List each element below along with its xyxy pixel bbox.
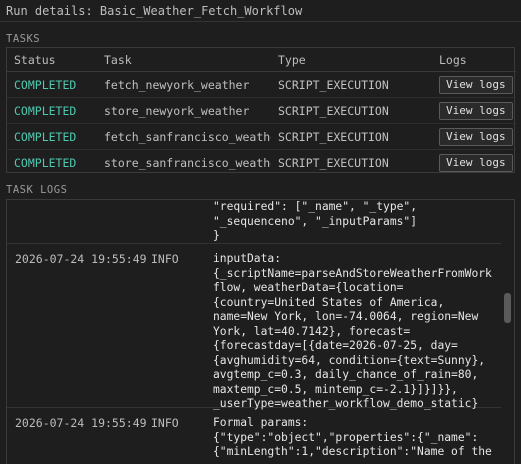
view-logs-button[interactable]: View logs: [439, 127, 513, 146]
log-entry: 2026-07-24 19:55:49 INFO inputData: {_sc…: [7, 244, 501, 410]
status-badge: COMPLETED: [7, 71, 97, 98]
status-badge: COMPLETED: [14, 155, 77, 170]
page-title: Run details: Basic_Weather_Fetch_Workflo…: [0, 0, 521, 22]
logs-cell: View logs: [432, 71, 516, 98]
log-entry: 2026-07-24 19:55:49 INFO Formal params: …: [7, 408, 501, 464]
column-header-type: Type: [271, 48, 432, 72]
logs-cell: View logs: [432, 150, 516, 176]
table-header-row: Status Task Type Logs: [7, 48, 516, 72]
status-badge: COMPLETED: [7, 97, 97, 124]
log-timestamp: 2026-07-24 19:55:49: [15, 252, 147, 266]
view-logs-button[interactable]: View logs: [439, 101, 513, 120]
task-logs-section-label: TASK LOGS: [6, 184, 68, 196]
task-name: store_newyork_weather: [97, 97, 271, 124]
view-logs-button[interactable]: View logs: [439, 75, 513, 94]
table-row: COMPLETED fetch_newyork_weather SCRIPT_E…: [7, 71, 516, 98]
tasks-table-container: Status Task Type Logs COMPLETED fetch_ne…: [6, 47, 516, 175]
log-level: INFO: [151, 252, 179, 266]
task-name: fetch_sanfrancisco_weather: [97, 123, 271, 150]
status-badge: COMPLETED: [7, 123, 97, 150]
log-level: INFO: [151, 416, 179, 430]
scrollbar-thumb[interactable]: [504, 293, 511, 323]
log-message: inputData: {_scriptName=parseAndStoreWea…: [213, 252, 492, 410]
tasks-section-label: TASKS: [6, 33, 41, 45]
log-message: Formal params: {"type":"object","propert…: [213, 416, 492, 458]
column-header-status: Status: [7, 48, 97, 72]
column-header-logs: Logs: [432, 48, 516, 72]
log-message: "required": ["_name", "_type", "_sequenc…: [213, 200, 418, 242]
task-name: store_sanfrancisco_weather: [104, 155, 271, 170]
log-entry: "required": ["_name", "_type", "_sequenc…: [7, 200, 501, 244]
task-type: SCRIPT_EXECUTION: [278, 155, 389, 170]
view-logs-button[interactable]: View logs: [439, 153, 513, 172]
logs-cell: View logs: [432, 123, 516, 150]
task-logs-panel[interactable]: "required": ["_name", "_type", "_sequenc…: [6, 199, 515, 464]
log-timestamp: 2026-07-24 19:55:49: [15, 416, 147, 430]
column-header-task: Task: [97, 48, 271, 72]
task-type: SCRIPT_EXECUTION: [271, 123, 432, 150]
logs-cell: View logs: [432, 97, 516, 124]
task-type: SCRIPT_EXECUTION: [271, 71, 432, 98]
table-row: COMPLETED fetch_sanfrancisco_weather SCR…: [7, 123, 516, 150]
table-row: COMPLETED store_newyork_weather SCRIPT_E…: [7, 97, 516, 124]
task-name: fetch_newyork_weather: [97, 71, 271, 98]
task-type: SCRIPT_EXECUTION: [271, 97, 432, 124]
logs-scrollbar[interactable]: [502, 200, 512, 464]
table-row: COMPLETED store_sanfrancisco_weather SCR…: [7, 150, 516, 176]
tasks-table: Status Task Type Logs COMPLETED fetch_ne…: [7, 48, 516, 175]
